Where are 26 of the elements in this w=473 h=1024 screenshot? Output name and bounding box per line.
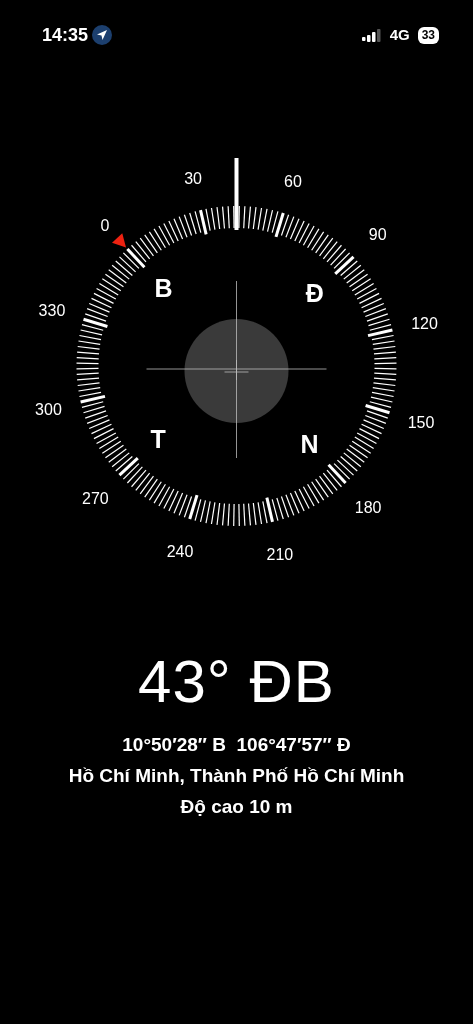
battery-level: 33 bbox=[417, 26, 439, 44]
location-name: Hồ Chí Minh, Thành Phố Hồ Chí Minh bbox=[67, 764, 406, 788]
degree-label: 240 bbox=[166, 542, 194, 560]
clock-time: 14:35 bbox=[42, 23, 89, 47]
degree-label: 330 bbox=[38, 301, 66, 319]
degree-label: 90 bbox=[368, 226, 387, 244]
degree-label: 150 bbox=[407, 414, 435, 432]
degree-label: 120 bbox=[411, 314, 438, 332]
north-marker-icon bbox=[112, 233, 126, 248]
direction-letter: N bbox=[300, 430, 319, 459]
degree-label: 60 bbox=[284, 173, 302, 191]
direction-letter: B bbox=[154, 273, 173, 302]
direction-letter: T bbox=[150, 424, 166, 453]
degree-label: 30 bbox=[184, 169, 202, 187]
degree-label: 180 bbox=[354, 499, 382, 517]
degree-label: 0 bbox=[100, 216, 110, 234]
network-type: 4G bbox=[389, 24, 410, 45]
signal-icon bbox=[361, 28, 382, 42]
heading-indicator bbox=[234, 158, 239, 230]
degree-label: 270 bbox=[82, 489, 109, 507]
direction-letter: Đ bbox=[305, 279, 324, 308]
coordinates-text: 10°50′28″ B 106°47′57″ Đ bbox=[121, 734, 352, 757]
degree-label: 300 bbox=[35, 401, 62, 419]
altitude-text: Độ cao 10 m bbox=[179, 795, 294, 819]
degree-label: 210 bbox=[266, 546, 294, 564]
heading-reading: 43° ĐB bbox=[137, 647, 336, 717]
